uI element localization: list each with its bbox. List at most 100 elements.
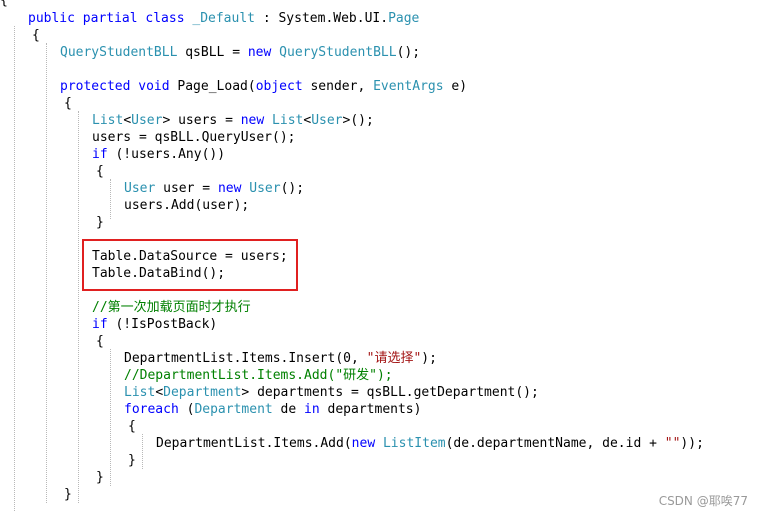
code-token: if	[92, 317, 108, 332]
watermark: CSDN @耶唉77	[658, 494, 748, 508]
code-line: users = qsBLL.QueryUser();	[92, 129, 296, 146]
code-line: public partial class _Default : System.W…	[28, 10, 419, 27]
code-token: //第一次加载页面时才执行	[92, 300, 251, 315]
code-token: List	[92, 113, 124, 128]
code-token: <	[303, 113, 312, 128]
code-token: //DepartmentList.Items.Add("研发");	[124, 368, 393, 383]
code-line: protected void Page_Load(object sender, …	[60, 78, 467, 95]
code-token: qsBLL =	[177, 45, 248, 60]
code-token: QueryStudentBLL	[279, 45, 397, 60]
code-token: {	[32, 28, 40, 43]
code-line: //第一次加载页面时才执行	[92, 299, 251, 316]
code-line: DepartmentList.Items.Insert(0, "请选择");	[124, 350, 437, 367]
code-token: Page_Load(	[177, 79, 256, 94]
code-token: );	[421, 351, 437, 366]
code-token: e)	[443, 79, 468, 94]
code-token: <	[155, 385, 164, 400]
code-token: QueryStudentBLL	[60, 45, 178, 60]
code-token: user =	[155, 181, 218, 196]
code-line: }	[96, 469, 104, 486]
code-token: (de.departmentName, de.id +	[445, 436, 665, 451]
code-token: {	[128, 419, 136, 434]
code-token: new	[247, 45, 280, 60]
code-token: ();	[280, 181, 305, 196]
indent-guide	[110, 349, 111, 486]
code-token: _Default	[192, 11, 255, 26]
code-token: (!IsPostBack)	[107, 317, 218, 332]
code-token: >();	[342, 113, 374, 128]
code-line: DepartmentList.Items.Add(new ListItem(de…	[156, 435, 704, 452]
code-token: > users =	[162, 113, 241, 128]
code-line: {	[96, 333, 104, 350]
code-token: users = qsBLL.QueryUser();	[92, 130, 296, 145]
code-token: new	[240, 113, 273, 128]
code-line: List<User> users = new List<User>();	[92, 112, 374, 129]
code-line: {	[32, 27, 40, 44]
highlight-box	[82, 239, 298, 291]
code-line: User user = new User();	[124, 180, 304, 197]
code-token: }	[128, 453, 136, 468]
code-token: foreach	[124, 402, 179, 417]
code-token: DepartmentList.Items.Insert(0,	[124, 351, 367, 366]
code-token: (	[178, 402, 195, 417]
code-token: ();	[396, 45, 421, 60]
code-line: {	[96, 163, 104, 180]
code-token: Department	[194, 402, 273, 417]
code-token: User	[249, 181, 281, 196]
code-line: if (!users.Any())	[92, 146, 225, 163]
code-token: ""	[664, 436, 681, 451]
code-token: <	[123, 113, 132, 128]
indent-guide	[78, 111, 79, 503]
indent-guide	[110, 179, 111, 219]
code-token: new	[217, 181, 250, 196]
code-token: }	[96, 215, 104, 230]
code-line: {	[128, 418, 136, 435]
indent-guide	[14, 26, 15, 511]
code-line: users.Add(user);	[124, 197, 249, 214]
code-line: foreach (Department de in departments)	[124, 401, 421, 418]
indent-guide	[46, 43, 47, 503]
code-token: EventArgs	[373, 79, 444, 94]
code-token: in	[304, 402, 320, 417]
code-token: > departments = qsBLL.getDepartment();	[241, 385, 539, 400]
code-token: {	[0, 0, 8, 8]
code-token: protected void	[60, 79, 178, 94]
indent-guide	[142, 434, 143, 469]
code-editor[interactable]: {public partial class _Default : System.…	[0, 0, 758, 515]
code-token: {	[64, 96, 72, 111]
code-token: users.Add(user);	[124, 198, 250, 213]
code-line: }	[128, 452, 136, 469]
code-line: }	[96, 214, 104, 231]
code-token: new	[351, 436, 383, 451]
code-token: "请选择"	[366, 351, 422, 366]
code-token: List	[272, 113, 304, 128]
code-token: User	[131, 113, 163, 128]
code-line: }	[64, 486, 72, 503]
code-token: departments)	[319, 402, 422, 417]
code-token: {	[96, 164, 104, 179]
code-token: ));	[680, 436, 704, 451]
code-line: {	[0, 0, 8, 9]
code-token: (!users.Any())	[107, 147, 226, 162]
code-token: }	[64, 487, 72, 502]
code-token: de	[272, 402, 305, 417]
code-token: public partial class	[28, 11, 193, 26]
code-token: : System.Web.UI.	[255, 11, 389, 26]
code-token: DepartmentList.Items.Add(	[156, 436, 352, 451]
code-token: ListItem	[382, 436, 446, 451]
code-line: //DepartmentList.Items.Add("研发");	[124, 367, 393, 384]
code-line: {	[64, 95, 72, 112]
code-token: List	[124, 385, 156, 400]
code-token: sender,	[302, 79, 374, 94]
code-token: Page	[388, 11, 420, 26]
code-token: Department	[163, 385, 242, 400]
code-token: if	[92, 147, 108, 162]
code-token: object	[255, 79, 303, 94]
code-line: if (!IsPostBack)	[92, 316, 217, 333]
code-token: }	[96, 470, 104, 485]
code-token: User	[124, 181, 156, 196]
code-token: User	[311, 113, 343, 128]
code-token: {	[96, 334, 104, 349]
code-line: List<Department> departments = qsBLL.get…	[124, 384, 539, 401]
code-line: QueryStudentBLL qsBLL = new QueryStudent…	[60, 44, 420, 61]
